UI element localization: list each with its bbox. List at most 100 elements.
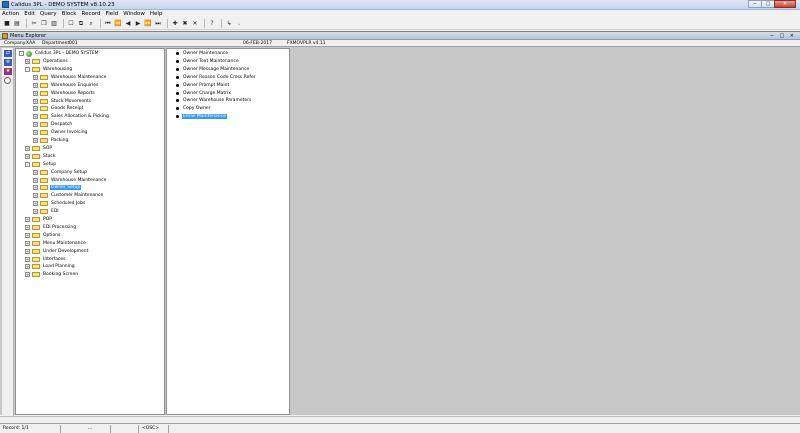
tree-toggle[interactable]: + bbox=[33, 185, 38, 191]
tree-node[interactable]: + Scheduled Jobs bbox=[33, 200, 86, 207]
tree-node[interactable]: + Despatch bbox=[33, 121, 73, 128]
list-item[interactable]: Owner Warehouse Parameters bbox=[176, 97, 252, 104]
menu-record[interactable]: Record bbox=[82, 11, 101, 17]
tree-toggle[interactable]: + bbox=[33, 201, 38, 207]
list-item[interactable]: Owner Text Maintenance bbox=[176, 58, 240, 65]
tree-node[interactable]: + Packing bbox=[33, 137, 69, 144]
tree-toggle[interactable]: + bbox=[25, 272, 30, 278]
menu-block[interactable]: Block bbox=[62, 11, 77, 17]
clear-record-icon[interactable]: ✕ bbox=[191, 20, 199, 28]
tree-toggle[interactable]: + bbox=[33, 138, 38, 143]
tree-node[interactable]: + Company Setup bbox=[33, 169, 88, 176]
tree-toggle[interactable]: + bbox=[25, 232, 30, 238]
tree-toggle[interactable]: + bbox=[25, 248, 30, 254]
tree-node[interactable]: - Warehousing bbox=[25, 66, 73, 73]
tree-toggle[interactable]: + bbox=[33, 193, 38, 199]
tree-node[interactable]: + Load Planning bbox=[25, 263, 76, 270]
menu-action[interactable]: Action bbox=[2, 11, 19, 17]
tree-node[interactable]: + SOP bbox=[25, 145, 53, 152]
tree-node[interactable]: + Owner Invoicing bbox=[33, 129, 88, 136]
tree-toggle[interactable]: + bbox=[33, 114, 38, 120]
tree-node[interactable]: + Goods Receipt bbox=[33, 105, 84, 112]
tree-node[interactable]: + Stock Movements bbox=[33, 98, 92, 105]
tree-node[interactable]: + Warehouse Reports bbox=[33, 90, 96, 97]
exit-menu-icon[interactable]: ⌄ bbox=[235, 20, 243, 28]
tree-node[interactable]: + Operations bbox=[25, 58, 69, 65]
list-item[interactable]: Owner Maintenance bbox=[176, 50, 229, 57]
menu-query[interactable]: Query bbox=[40, 11, 57, 17]
prev-record-icon[interactable]: ◀ bbox=[124, 20, 132, 28]
tree-node[interactable]: + Stock bbox=[25, 153, 56, 160]
tree-toggle[interactable]: + bbox=[25, 256, 30, 262]
close-button[interactable]: × bbox=[774, 0, 796, 8]
list-item[interactable]: Owner Reason Code Cross Refer bbox=[176, 74, 257, 81]
tree-toggle[interactable]: - bbox=[19, 51, 24, 56]
tree-toggle[interactable]: + bbox=[33, 90, 38, 96]
next-record-icon[interactable]: ▶ bbox=[134, 20, 142, 28]
tree-node[interactable]: + Warehouse Enquiries bbox=[33, 82, 99, 89]
insert-record-icon[interactable]: ✚ bbox=[171, 20, 179, 28]
tree-toggle[interactable]: + bbox=[33, 169, 38, 175]
tree-toggle[interactable]: + bbox=[25, 240, 30, 246]
last-record-icon[interactable]: ⏭ bbox=[154, 20, 162, 28]
expand-all-icon[interactable]: ⇄ bbox=[4, 50, 12, 57]
first-record-icon[interactable]: ⏮ bbox=[104, 20, 112, 28]
tree-toggle[interactable]: + bbox=[33, 130, 38, 136]
tree-toggle[interactable]: + bbox=[25, 153, 30, 159]
list-item[interactable]: Email Maintenance bbox=[176, 113, 227, 120]
maximize-button[interactable]: □ bbox=[761, 0, 775, 8]
paste-icon[interactable]: ▥ bbox=[50, 20, 58, 28]
tree-toggle[interactable]: + bbox=[33, 74, 38, 80]
tree-toggle[interactable]: + bbox=[25, 145, 30, 151]
list-item[interactable]: Owner Message Maintenance bbox=[176, 66, 250, 73]
menu-help[interactable]: Help bbox=[150, 11, 163, 17]
tree-toggle[interactable]: - bbox=[25, 66, 30, 72]
tree-toggle[interactable]: + bbox=[25, 224, 30, 230]
tree-node[interactable]: + Booking Screen bbox=[25, 271, 79, 278]
tree-toggle[interactable]: + bbox=[25, 264, 30, 270]
tree-node[interactable]: + Warehouse Maintenance bbox=[33, 177, 107, 184]
search-icon[interactable]: ⌕ bbox=[87, 20, 95, 28]
tree-toggle[interactable]: + bbox=[33, 98, 38, 104]
menu-item-list[interactable]: Owner Maintenance Owner Text Maintenance O… bbox=[166, 48, 290, 415]
tree-node[interactable]: + Interfaces bbox=[25, 256, 67, 263]
tree-node[interactable]: - Setup bbox=[25, 161, 57, 168]
delete-record-icon[interactable]: ✖ bbox=[181, 20, 189, 28]
view-radio-icon[interactable] bbox=[4, 77, 11, 84]
tree-node[interactable]: + Sales Allocation & Picking bbox=[33, 113, 110, 120]
save-icon[interactable]: ■ bbox=[3, 20, 11, 28]
tree-toggle[interactable]: + bbox=[33, 122, 38, 128]
collapse-all-icon[interactable]: ≡ bbox=[4, 59, 12, 66]
prev-set-icon[interactable]: ⏪ bbox=[114, 20, 122, 28]
menu-window[interactable]: Window bbox=[123, 11, 145, 17]
list-item[interactable]: Owner Prompt Maint bbox=[176, 82, 230, 89]
tree-node[interactable]: + Owner Setup bbox=[33, 184, 82, 191]
inner-window-controls[interactable]: − □ × bbox=[770, 33, 796, 39]
tree-node[interactable]: + Menu Maintenance bbox=[25, 240, 87, 247]
tree-toggle[interactable]: - bbox=[25, 161, 30, 167]
tree-node[interactable]: + Options bbox=[25, 232, 61, 239]
cut-icon[interactable]: ✂ bbox=[30, 20, 38, 28]
list-item[interactable]: Owner Charge Matrix bbox=[176, 90, 232, 97]
tree-node[interactable]: + Under Development bbox=[25, 248, 89, 255]
tree-node[interactable]: + POP bbox=[25, 216, 53, 223]
list-item[interactable]: Copy Owner bbox=[176, 105, 212, 112]
tree-node[interactable]: + Warehouse Maintenance bbox=[33, 74, 107, 81]
tree-toggle[interactable]: + bbox=[25, 217, 30, 222]
next-set-icon[interactable]: ⏩ bbox=[144, 20, 152, 28]
copy-icon[interactable]: ❐ bbox=[40, 20, 48, 28]
tree-toggle[interactable]: + bbox=[33, 82, 38, 88]
tree-node[interactable]: + EDI bbox=[33, 208, 60, 215]
tree-toggle[interactable]: + bbox=[33, 177, 38, 183]
menu-edit[interactable]: Edit bbox=[24, 11, 35, 17]
favourites-icon[interactable]: ★ bbox=[4, 68, 12, 75]
menu-field[interactable]: Field bbox=[106, 11, 119, 17]
tree-root[interactable]: - Calidus 3PL - DEMO SYSTEM bbox=[19, 50, 100, 57]
duplicate-icon[interactable]: ⧉ bbox=[77, 20, 85, 28]
tree-node[interactable]: + EDI Processing bbox=[25, 224, 77, 231]
tree-toggle[interactable]: + bbox=[33, 106, 38, 112]
print-icon[interactable]: ▤ bbox=[13, 20, 21, 28]
horizontal-scrollbar[interactable] bbox=[0, 416, 800, 422]
minimize-button[interactable]: − bbox=[748, 0, 762, 8]
clear-icon[interactable]: ☐ bbox=[67, 20, 75, 28]
